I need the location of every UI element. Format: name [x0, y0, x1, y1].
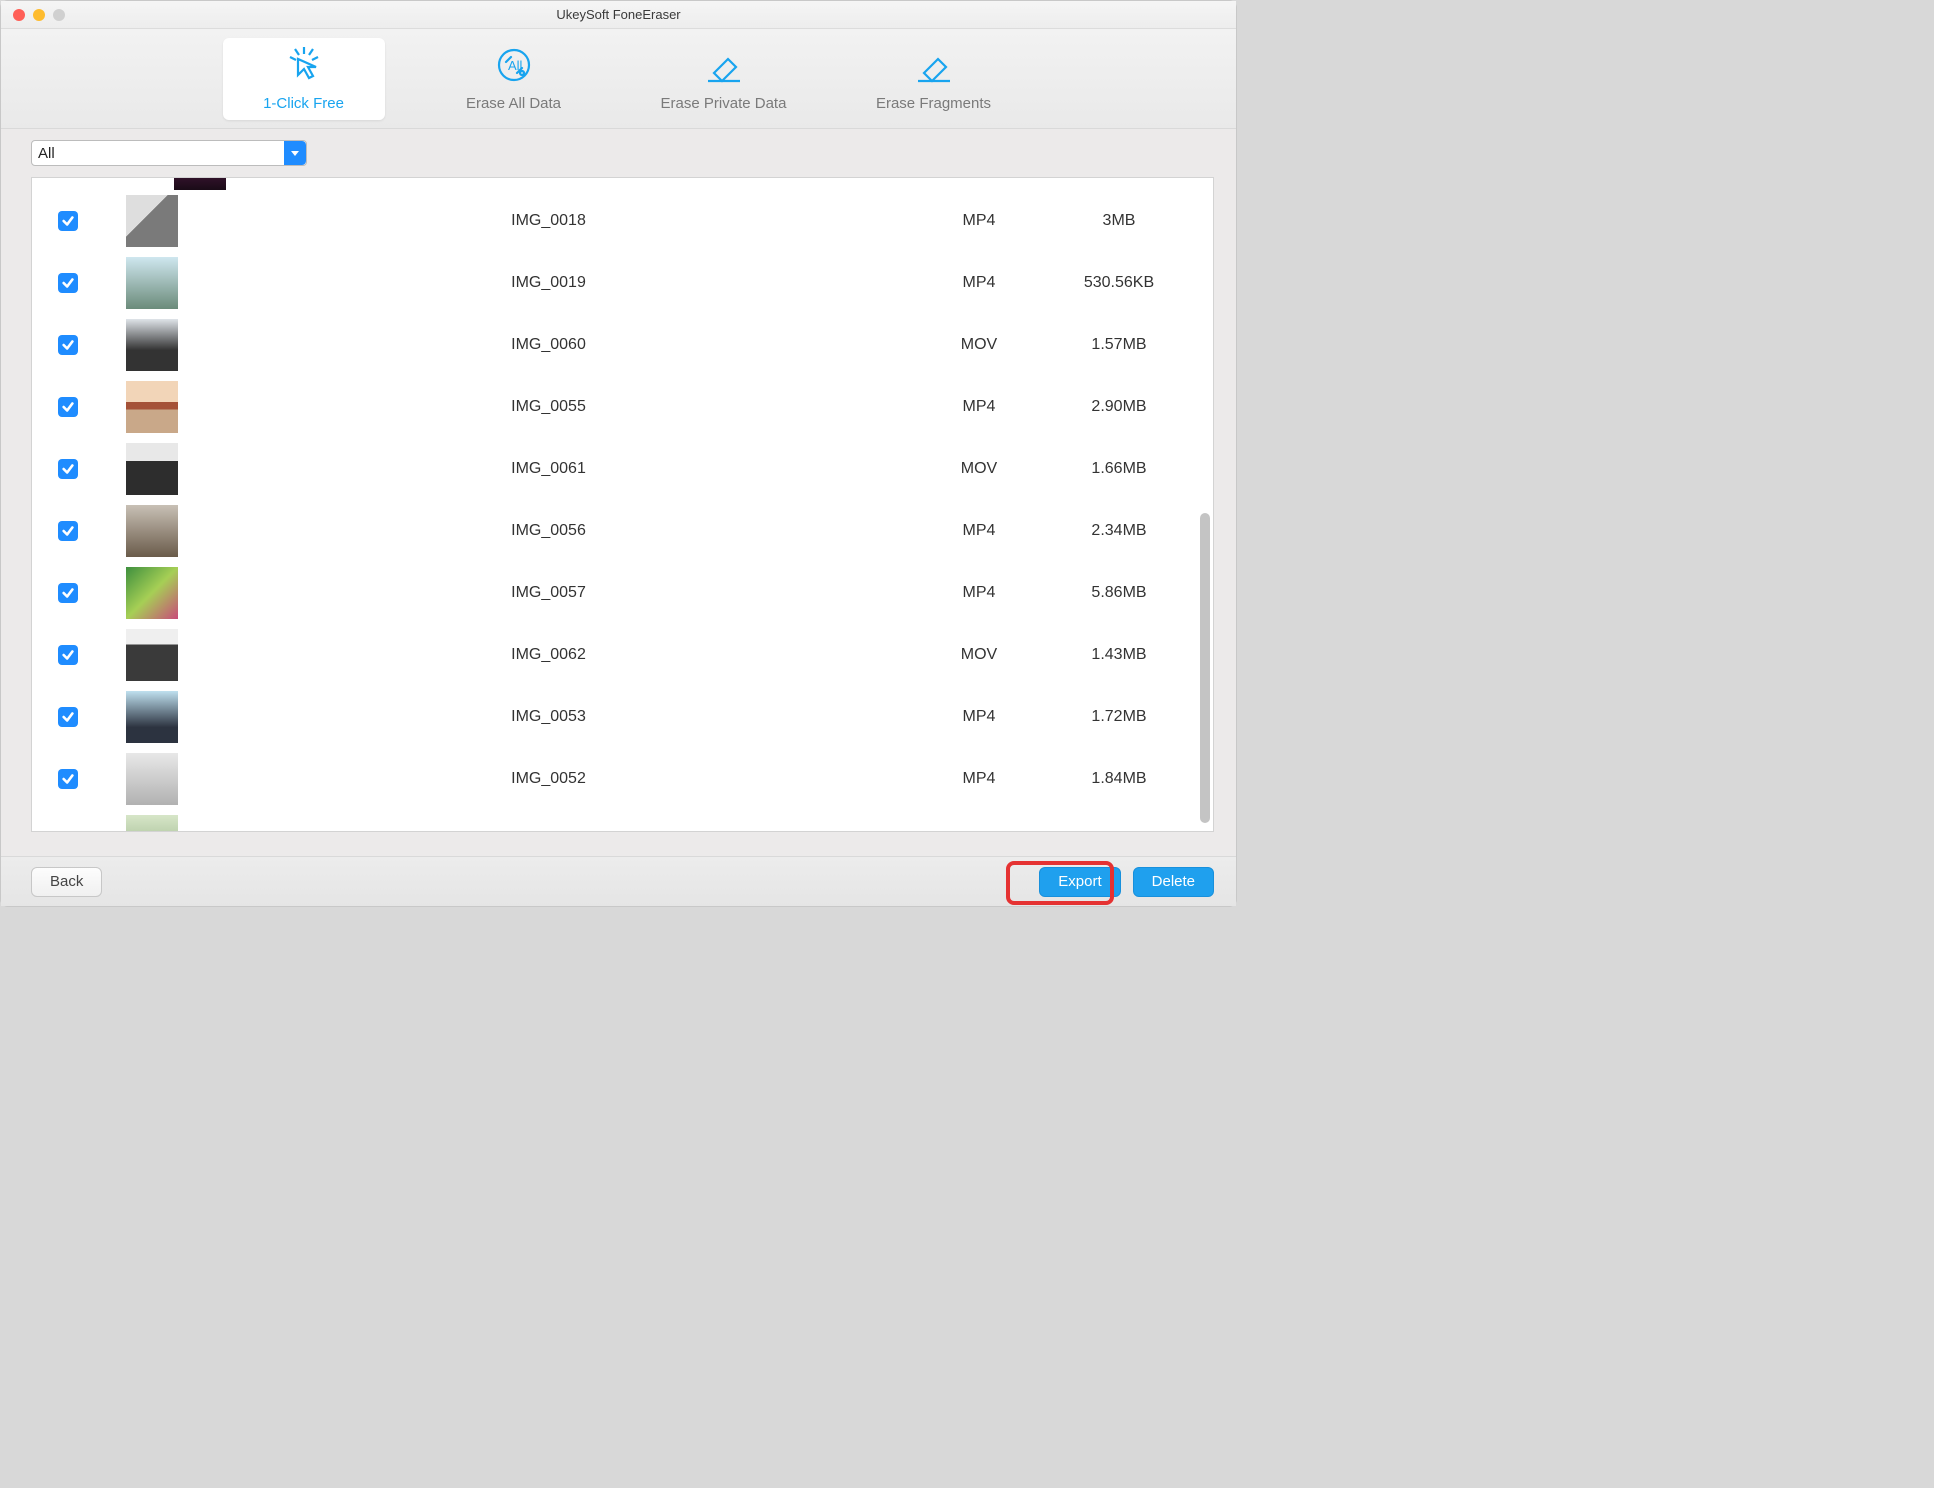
file-name: IMG_0062	[178, 646, 919, 664]
file-size: 1.43MB	[1039, 646, 1199, 664]
file-type: MP4	[919, 398, 1039, 416]
file-name: IMG_0052	[178, 770, 919, 788]
titlebar: UkeySoft FoneEraser	[1, 1, 1236, 29]
table-row[interactable]: IMG_0061 MOV 1.66MB	[32, 438, 1199, 500]
file-type: MP4	[919, 522, 1039, 540]
table-row[interactable]: IMG_0018 MP4 3MB	[32, 190, 1199, 252]
export-button[interactable]: Export	[1039, 867, 1120, 897]
file-name: IMG_0053	[178, 708, 919, 726]
eraser-fragments-icon	[914, 45, 954, 89]
row-checkbox[interactable]	[58, 645, 78, 665]
filter-dropdown[interactable]: All	[31, 140, 307, 166]
row-checkbox[interactable]	[58, 459, 78, 479]
tab-label: Erase All Data	[466, 95, 561, 112]
filter-row: All	[1, 129, 1236, 177]
table-row[interactable]: IMG_0055 MP4 2.90MB	[32, 376, 1199, 438]
file-type: MOV	[919, 460, 1039, 478]
file-size: 1.57MB	[1039, 336, 1199, 354]
file-thumbnail	[126, 319, 178, 371]
file-type: MP4	[919, 274, 1039, 292]
file-size: 530.56KB	[1039, 274, 1199, 292]
delete-button[interactable]: Delete	[1133, 867, 1214, 897]
eraser-icon	[704, 45, 744, 89]
cursor-click-icon	[284, 45, 324, 89]
file-thumbnail	[126, 505, 178, 557]
tab-erase-all-data[interactable]: All Erase All Data	[433, 38, 595, 120]
file-size: 1.66MB	[1039, 460, 1199, 478]
file-thumbnail	[126, 753, 178, 805]
app-window: UkeySoft FoneEraser 1-Click Free All Era…	[0, 0, 1237, 907]
table-row[interactable]: IMG_0056 MP4 2.34MB	[32, 500, 1199, 562]
row-checkbox[interactable]	[58, 707, 78, 727]
tab-label: Erase Private Data	[661, 95, 787, 112]
row-checkbox[interactable]	[58, 273, 78, 293]
filter-selected-value: All	[38, 145, 55, 162]
file-size: 1.84MB	[1039, 770, 1199, 788]
close-window-button[interactable]	[13, 9, 25, 21]
file-thumbnail	[126, 381, 178, 433]
table-row[interactable]: IMG_0062 MOV 1.43MB	[32, 624, 1199, 686]
file-thumbnail	[174, 177, 226, 190]
file-size: 5.86MB	[1039, 584, 1199, 602]
content-area: IMG_0018 MP4 3MB IMG_0019 MP4 530.56KB I…	[1, 177, 1236, 856]
table-row[interactable]: IMG_0060 MOV 1.57MB	[32, 314, 1199, 376]
table-row[interactable]: IMG_0057 MP4 5.86MB	[32, 562, 1199, 624]
file-size: 3MB	[1039, 212, 1199, 230]
file-type: MP4	[919, 770, 1039, 788]
erase-all-icon: All	[494, 45, 534, 89]
maximize-window-button[interactable]	[53, 9, 65, 21]
top-tabs: 1-Click Free All Erase All Data Erase Pr…	[1, 29, 1236, 129]
row-checkbox[interactable]	[58, 335, 78, 355]
row-checkbox[interactable]	[58, 397, 78, 417]
file-thumbnail	[126, 257, 178, 309]
file-thumbnail	[126, 815, 178, 832]
file-thumbnail	[126, 691, 178, 743]
table-row[interactable]: IMG_0052 MP4 1.84MB	[32, 748, 1199, 810]
file-thumbnail	[126, 629, 178, 681]
file-name: IMG_0019	[178, 274, 919, 292]
file-size: 2.90MB	[1039, 398, 1199, 416]
table-row[interactable]: IMG_0019 MP4 530.56KB	[32, 252, 1199, 314]
file-type: MP4	[919, 584, 1039, 602]
chevron-down-icon	[284, 141, 306, 165]
tab-label: 1-Click Free	[263, 95, 344, 112]
table-row[interactable]: IMG_0053 MP4 1.72MB	[32, 686, 1199, 748]
row-checkbox[interactable]	[58, 583, 78, 603]
scrollbar-thumb[interactable]	[1200, 513, 1210, 823]
file-name: IMG_0060	[178, 336, 919, 354]
file-thumbnail	[126, 443, 178, 495]
file-size: 1.72MB	[1039, 708, 1199, 726]
row-checkbox[interactable]	[58, 769, 78, 789]
table-row[interactable]	[32, 177, 1199, 190]
table-row[interactable]: IMG_0051 MP4 1MB	[32, 810, 1199, 832]
file-name: IMG_0057	[178, 584, 919, 602]
row-checkbox[interactable]	[58, 521, 78, 541]
file-name: IMG_0055	[178, 398, 919, 416]
file-name: IMG_0018	[178, 212, 919, 230]
file-type: MP4	[919, 212, 1039, 230]
footer: Back Export Delete	[1, 856, 1236, 906]
file-thumbnail	[126, 195, 178, 247]
row-checkbox[interactable]	[58, 831, 78, 832]
file-name: IMG_0056	[178, 522, 919, 540]
file-size: 2.34MB	[1039, 522, 1199, 540]
window-title: UkeySoft FoneEraser	[1, 7, 1236, 22]
window-controls	[13, 9, 65, 21]
file-table: IMG_0018 MP4 3MB IMG_0019 MP4 530.56KB I…	[31, 177, 1214, 832]
tab-1-click-free[interactable]: 1-Click Free	[223, 38, 385, 120]
tab-erase-fragments[interactable]: Erase Fragments	[853, 38, 1015, 120]
tab-label: Erase Fragments	[876, 95, 991, 112]
file-type: MP4	[919, 708, 1039, 726]
back-button[interactable]: Back	[31, 867, 102, 897]
file-type: MOV	[919, 336, 1039, 354]
file-type: MOV	[919, 646, 1039, 664]
row-checkbox[interactable]	[58, 211, 78, 231]
minimize-window-button[interactable]	[33, 9, 45, 21]
tab-erase-private-data[interactable]: Erase Private Data	[643, 38, 805, 120]
file-name: IMG_0061	[178, 460, 919, 478]
file-thumbnail	[126, 567, 178, 619]
